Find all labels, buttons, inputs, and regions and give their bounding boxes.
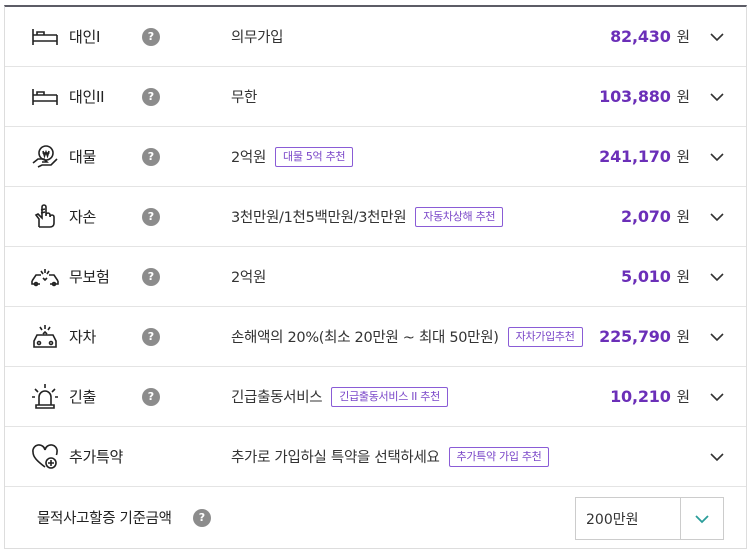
price-amount: 10,210 xyxy=(610,387,671,406)
price-amount: 225,790 xyxy=(599,327,671,346)
coverage-desc: 긴급출동서비스 긴급출동서비스 II 추천 xyxy=(231,386,448,407)
coverage-name: 무보험 xyxy=(69,268,110,286)
coverage-desc: 추가로 가입하실 특약을 선택하세요 추가특약 가입 추천 xyxy=(231,446,550,467)
bed-icon xyxy=(29,81,61,113)
coverage-row-uninsured[interactable]: 무보험 ? 2억원 5,010 원 xyxy=(5,247,746,307)
property-surcharge-row: 물적사고할증 기준금액 ? 200만원 xyxy=(5,487,746,548)
help-icon[interactable]: ? xyxy=(142,147,160,166)
price-unit: 원 xyxy=(676,390,690,406)
coverage-price: 225,790 원 xyxy=(599,326,690,347)
coverage-name: 자손 xyxy=(69,208,97,226)
car-damage-icon xyxy=(29,321,61,353)
chevron-down-icon[interactable] xyxy=(708,88,726,106)
property-surcharge-label: 물적사고할증 기준금액 xyxy=(37,511,172,527)
coverage-desc: 무한 xyxy=(231,86,257,107)
help-icon[interactable]: ? xyxy=(142,27,160,46)
bandaged-hand-icon xyxy=(29,201,61,233)
coverage-price: 82,430 원 xyxy=(610,26,690,47)
bed-icon xyxy=(29,21,61,53)
chevron-down-icon[interactable] xyxy=(708,28,726,46)
coverage-desc: 2억원 대물 5억 추천 xyxy=(231,146,354,167)
coverage-name: 추가특약 xyxy=(69,448,124,466)
price-amount: 5,010 xyxy=(621,267,671,286)
coverage-desc-text: 손해액의 20%(최소 20만원 ~ 최대 50만원) xyxy=(231,330,499,346)
coverage-desc-text: 추가로 가입하실 특약을 선택하세요 xyxy=(231,450,440,466)
coverage-price: 2,070 원 xyxy=(621,206,690,227)
coverage-row-daein2[interactable]: 대인II ? 무한 103,880 원 xyxy=(5,67,746,127)
recommend-badge[interactable]: 자동차상해 추천 xyxy=(415,206,504,227)
coverage-desc: 의무가입 xyxy=(231,26,283,47)
coverage-price: 103,880 원 xyxy=(599,86,690,107)
coverage-row-jacha[interactable]: 자차 ? 손해액의 20%(최소 20만원 ~ 최대 50만원) 자차가입추천 2… xyxy=(5,307,746,367)
coverage-desc-text: 2억원 xyxy=(231,270,267,286)
help-icon[interactable]: ? xyxy=(142,267,160,286)
coverage-desc-text: 무한 xyxy=(231,90,258,106)
coverage-desc: 2억원 xyxy=(231,266,266,287)
coverage-name: 대인II xyxy=(69,88,105,106)
select-toggle-button[interactable] xyxy=(680,498,723,539)
coverage-desc-text: 의무가입 xyxy=(231,30,284,46)
chevron-down-icon xyxy=(695,514,709,523)
coverage-row-jason[interactable]: 자손 ? 3천만원/1천5백만원/3천만원 자동차상해 추천 2,070 원 xyxy=(5,187,746,247)
chevron-down-icon[interactable] xyxy=(708,388,726,406)
help-icon[interactable]: ? xyxy=(142,387,160,406)
car-crash-icon xyxy=(29,261,61,293)
recommend-badge[interactable]: 자차가입추천 xyxy=(507,326,583,347)
coverage-row-emergency[interactable]: 긴출 ? 긴급출동서비스 긴급출동서비스 II 추천 10,210 원 xyxy=(5,367,746,427)
price-amount: 103,880 xyxy=(599,87,671,106)
coverage-name: 대물 xyxy=(69,148,97,166)
coverage-desc: 손해액의 20%(최소 20만원 ~ 최대 50만원) 자차가입추천 xyxy=(231,326,583,347)
help-icon[interactable]: ? xyxy=(193,508,211,527)
price-unit: 원 xyxy=(676,330,690,346)
price-unit: 원 xyxy=(676,270,690,286)
surcharge-amount-select[interactable]: 200만원 xyxy=(575,497,724,540)
coverage-name: 자차 xyxy=(69,328,97,346)
recommend-badge[interactable]: 추가특약 가입 추천 xyxy=(448,446,550,467)
price-unit: 원 xyxy=(676,210,690,226)
chevron-down-icon[interactable] xyxy=(708,328,726,346)
coverage-price: 5,010 원 xyxy=(621,266,690,287)
chevron-down-icon[interactable] xyxy=(708,448,726,466)
coverage-name: 긴출 xyxy=(69,388,97,406)
money-hand-icon xyxy=(29,141,61,173)
chevron-down-icon[interactable] xyxy=(708,208,726,226)
help-icon[interactable]: ? xyxy=(142,207,160,226)
recommend-badge[interactable]: 긴급출동서비스 II 추천 xyxy=(331,386,448,407)
coverage-price: 10,210 원 xyxy=(610,386,690,407)
heart-plus-icon xyxy=(29,441,61,473)
select-value: 200만원 xyxy=(586,511,639,528)
coverage-desc-text: 긴급출동서비스 xyxy=(231,390,323,406)
coverage-desc: 3천만원/1천5백만원/3천만원 자동차상해 추천 xyxy=(231,206,504,227)
coverage-row-special[interactable]: 추가특약 추가로 가입하실 특약을 선택하세요 추가특약 가입 추천 xyxy=(5,427,746,487)
help-icon[interactable]: ? xyxy=(142,327,160,346)
recommend-badge[interactable]: 대물 5억 추천 xyxy=(275,146,354,167)
coverage-name: 대인I xyxy=(69,28,101,46)
coverage-desc-text: 3천만원/1천5백만원/3천만원 xyxy=(231,210,407,226)
chevron-down-icon[interactable] xyxy=(708,268,726,286)
help-icon[interactable]: ? xyxy=(142,87,160,106)
siren-icon xyxy=(29,381,61,413)
coverage-price: 241,170 원 xyxy=(599,146,690,167)
coverage-desc-text: 2억원 xyxy=(231,150,267,166)
price-amount: 241,170 xyxy=(599,147,671,166)
price-amount: 82,430 xyxy=(610,27,671,46)
price-unit: 원 xyxy=(676,30,690,46)
price-unit: 원 xyxy=(676,90,690,106)
chevron-down-icon[interactable] xyxy=(708,148,726,166)
coverage-panel: 대인I ? 의무가입 82,430 원 대인II ? 무한 103,880 원 대물… xyxy=(4,5,747,549)
coverage-row-daein1[interactable]: 대인I ? 의무가입 82,430 원 xyxy=(5,7,746,67)
price-amount: 2,070 xyxy=(621,207,671,226)
price-unit: 원 xyxy=(676,150,690,166)
coverage-row-daemul[interactable]: 대물 ? 2억원 대물 5억 추천 241,170 원 xyxy=(5,127,746,187)
